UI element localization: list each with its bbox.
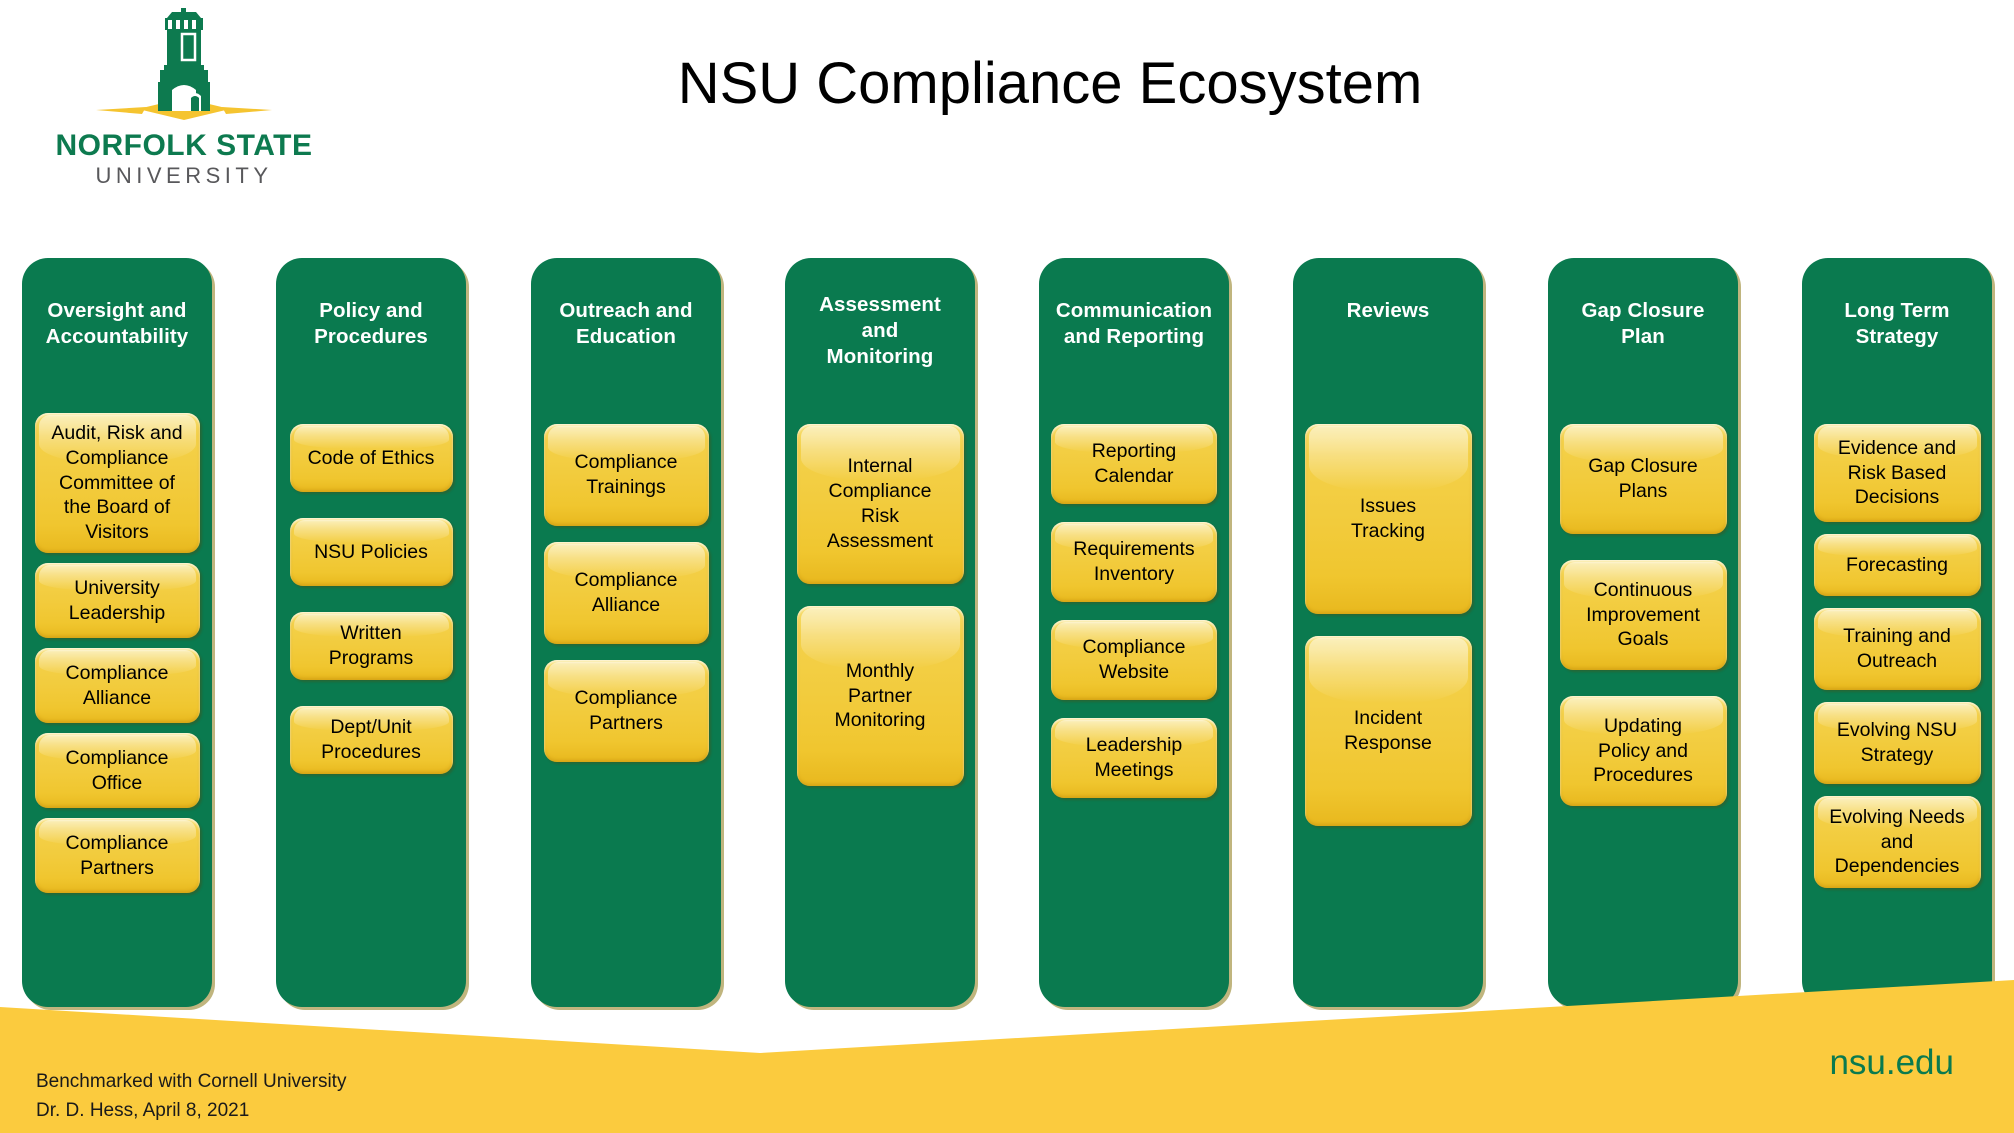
pillar-chip[interactable]: Issues Tracking	[1304, 424, 1472, 614]
pillar-6[interactable]: Reviews Issues Tracking Incident Response	[1293, 258, 1483, 1007]
pillar-chip-label: NSU Policies	[314, 540, 428, 563]
pillar-chip-label: Training and Outreach	[1843, 625, 1951, 672]
pillar-title: Gap Closure Plan	[1581, 299, 1705, 349]
pillar-chip[interactable]: Updating Policy and Procedures	[1559, 696, 1727, 806]
pillar-chip-label: Evolving Needs and Dependencies	[1829, 805, 1965, 878]
pillar-chip[interactable]: Continuous Improvement Goals	[1559, 560, 1727, 670]
pillar-chip-label: Leadership Meetings	[1085, 734, 1183, 781]
pillar-chip[interactable]: Gap Closure Plans	[1559, 424, 1727, 534]
pillar-chip-label: Updating Policy and Procedures	[1593, 714, 1693, 787]
pillar-title: Assessment and Monitoring	[819, 293, 941, 369]
logo-wordmark: NORFOLK STATE	[55, 129, 313, 162]
pillar-chip-label: Evolving NSU Strategy	[1836, 719, 1958, 766]
pillar-chip-list: Reporting Calendar Requirements Inventory…	[1039, 424, 1229, 798]
pillar-chip[interactable]: Evolving NSU Strategy	[1813, 702, 1981, 784]
pillar-3[interactable]: Outreach and Education Compliance Trainin…	[531, 258, 721, 1007]
pillar-chip-label: Compliance Website	[1082, 636, 1186, 683]
pillar-chip[interactable]: Compliance Alliance	[34, 648, 200, 723]
pillar-title: Oversight and Accountability	[45, 299, 189, 349]
pillar-chip-list: Compliance Trainings Compliance Alliance C…	[531, 424, 721, 762]
pillar-chip-list: Code of Ethics NSU Policies Written Progra…	[276, 424, 466, 774]
pillar-chip[interactable]: Monthly Partner Monitoring	[796, 606, 964, 786]
pillar-chip[interactable]: Compliance Alliance	[543, 542, 709, 644]
pillar-chip-label: Forecasting	[1846, 553, 1948, 576]
pillar-chip[interactable]: Dept/Unit Procedures	[289, 706, 453, 774]
pillar-chip-label: Written Programs	[328, 622, 414, 669]
pillar-title: Outreach and Education	[559, 299, 693, 349]
page-title: NSU Compliance Ecosystem	[677, 51, 1423, 116]
pillar-chip-label: Requirements Inventory	[1073, 538, 1195, 585]
pillar-chip-label: Compliance Partners	[65, 831, 169, 879]
pillar-chip-label: Evidence and Risk Based Decisions	[1837, 436, 1957, 509]
pillar-chip[interactable]: Audit, Risk and Compliance Committee of …	[34, 413, 200, 553]
pillar-chip[interactable]: Compliance Website	[1051, 620, 1217, 700]
pillar-chip[interactable]: Compliance Partners	[34, 818, 200, 893]
pillar-chip[interactable]: Training and Outreach	[1813, 608, 1981, 690]
pillar-4[interactable]: Assessment and Monitoring Internal Compli…	[785, 258, 975, 1007]
pillar-chip-label: Compliance Alliance	[574, 569, 678, 616]
pillar-8[interactable]: Long Term Strategy Evidence and Risk Base…	[1802, 258, 1992, 1007]
pillar-chip-list: Evidence and Risk Based Decisions Forecas…	[1802, 424, 1992, 888]
pillar-chip[interactable]: Requirements Inventory	[1051, 522, 1217, 602]
footer-url[interactable]: nsu.edu	[1829, 1043, 1954, 1083]
pillar-chip-label: Compliance Alliance	[65, 661, 169, 709]
pillar-chip-label: Issues Tracking	[1350, 495, 1426, 542]
pillar-chip[interactable]: Incident Response	[1304, 636, 1472, 826]
pillar-title: Long Term Strategy	[1844, 299, 1950, 349]
pillar-chip[interactable]: Evolving Needs and Dependencies	[1813, 796, 1981, 888]
pillar-2[interactable]: Policy and Procedures Code of Ethics NSU P…	[276, 258, 466, 1007]
pillar-chip[interactable]: Code of Ethics	[289, 424, 453, 492]
pillar-chip[interactable]: Compliance Trainings	[543, 424, 709, 526]
pillar-title: Communication and Reporting	[1055, 299, 1213, 349]
logo-subword: UNIVERSITY	[95, 163, 273, 188]
norfolk-state-tower-icon	[96, 8, 272, 120]
pillar-7[interactable]: Gap Closure Plan Gap Closure Plans Continu…	[1548, 258, 1738, 1007]
pillar-chip-list: Gap Closure Plans Continuous Improvement …	[1548, 424, 1738, 806]
pillar-chip-label: Compliance Partners	[574, 687, 678, 734]
pillar-title: Policy and Procedures	[314, 299, 428, 349]
pillar-chip-label: Continuous Improvement Goals	[1586, 578, 1700, 651]
pillar-chip-label: Internal Compliance Risk Assessment	[826, 455, 934, 552]
pillar-chip-list: Audit, Risk and Compliance Committee of …	[22, 413, 212, 893]
pillar-chip[interactable]: NSU Policies	[289, 518, 453, 586]
pillar-chip[interactable]: Reporting Calendar	[1051, 424, 1217, 504]
pillar-chip-label: Code of Ethics	[307, 446, 435, 469]
compliance-ecosystem-columns: Oversight and Accountability Audit, Risk …	[22, 258, 1992, 1007]
pillar-chip[interactable]: Leadership Meetings	[1051, 718, 1217, 798]
pillar-chip-label: Incident Response	[1344, 707, 1432, 754]
pillar-chip-label: University Leadership	[68, 576, 166, 624]
pillar-chip-label: Monthly Partner Monitoring	[834, 659, 926, 732]
pillar-chip-label: Compliance Trainings	[574, 451, 678, 498]
pillar-chip[interactable]: Internal Compliance Risk Assessment	[796, 424, 964, 584]
pillar-chip[interactable]: Compliance Office	[34, 733, 200, 808]
pillar-chip[interactable]: Forecasting	[1813, 534, 1981, 596]
pillar-chip[interactable]: Evidence and Risk Based Decisions	[1813, 424, 1981, 522]
pillar-chip-label: Dept/Unit Procedures	[321, 716, 421, 763]
pillar-chip-label: Compliance Office	[65, 746, 169, 794]
pillar-chip[interactable]: University Leadership	[34, 563, 200, 638]
nsu-logo: NORFOLK STATE UNIVERSITY	[34, 8, 334, 198]
pillar-chip-label: Audit, Risk and Compliance Committee of …	[51, 421, 183, 544]
pillar-chip-list: Issues Tracking Incident Response	[1293, 424, 1483, 826]
pillar-5[interactable]: Communication and Reporting Reporting Cal…	[1039, 258, 1229, 1007]
pillar-chip-list: Internal Compliance Risk Assessment Month…	[785, 424, 975, 786]
pillar-chip-label: Reporting Calendar	[1091, 440, 1177, 487]
pillar-1[interactable]: Oversight and Accountability Audit, Risk …	[22, 258, 212, 1007]
pillar-title: Reviews	[1346, 299, 1430, 322]
pillar-chip[interactable]: Written Programs	[289, 612, 453, 680]
pillar-chip[interactable]: Compliance Partners	[543, 660, 709, 762]
pillar-chip-label: Gap Closure Plans	[1588, 455, 1698, 502]
footer-note: Benchmarked with Cornell University Dr. …	[36, 1071, 347, 1121]
